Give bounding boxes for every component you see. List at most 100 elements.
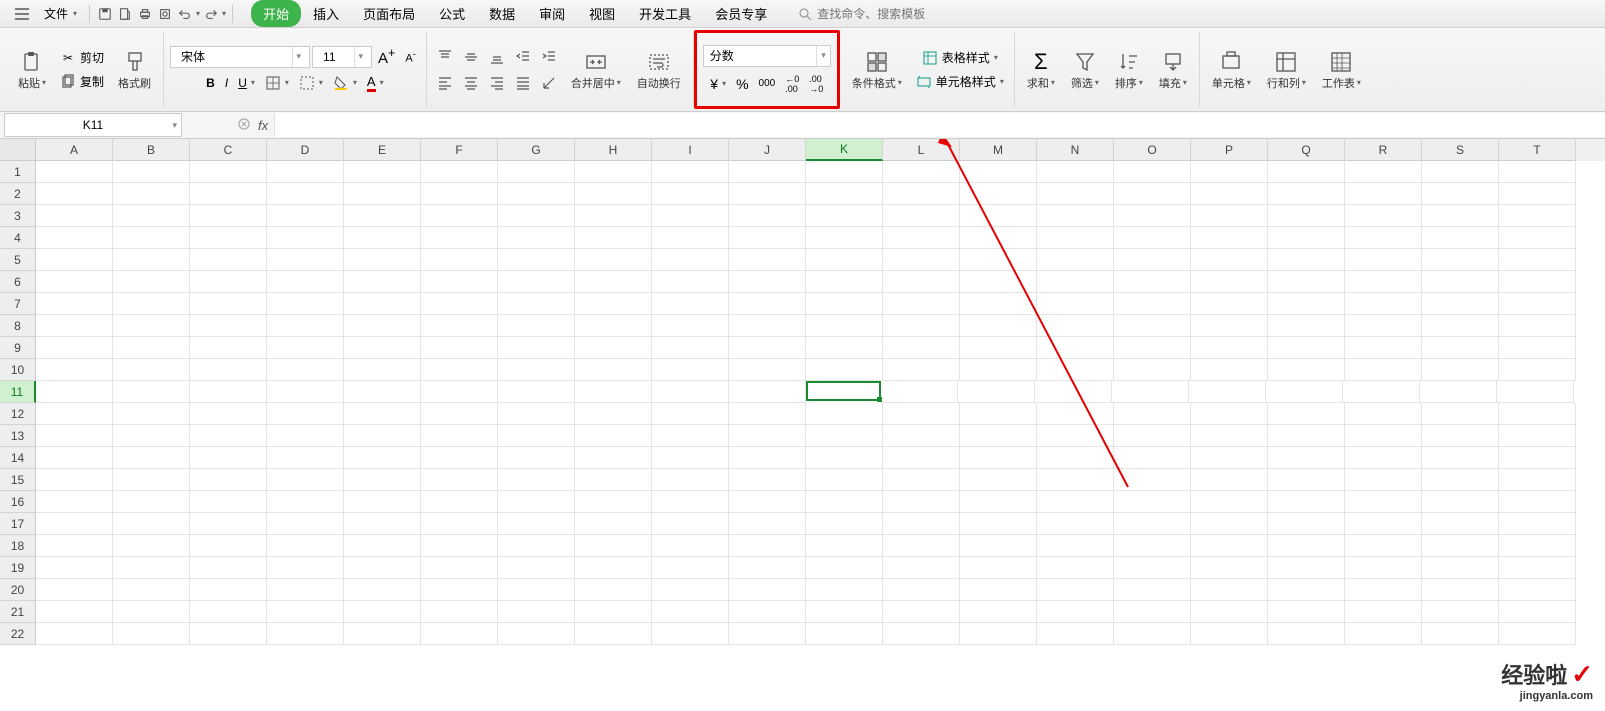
cell-I20[interactable] — [652, 579, 729, 601]
cell-K12[interactable] — [806, 403, 883, 425]
cell-R7[interactable] — [1345, 293, 1422, 315]
cell-T20[interactable] — [1499, 579, 1576, 601]
align-top-button[interactable] — [433, 46, 457, 68]
cell-G19[interactable] — [498, 557, 575, 579]
cell-B12[interactable] — [113, 403, 190, 425]
cell-O12[interactable] — [1114, 403, 1191, 425]
cell-G21[interactable] — [498, 601, 575, 623]
cell-T13[interactable] — [1499, 425, 1576, 447]
cell-D17[interactable] — [267, 513, 344, 535]
cell-E7[interactable] — [344, 293, 421, 315]
fill-style-button[interactable]: ▾ — [295, 72, 327, 94]
print-preview-icon[interactable] — [156, 5, 174, 23]
cell-N5[interactable] — [1037, 249, 1114, 271]
cell-B3[interactable] — [113, 205, 190, 227]
cell-E1[interactable] — [344, 161, 421, 183]
cell-D22[interactable] — [267, 623, 344, 645]
cell-E8[interactable] — [344, 315, 421, 337]
cell-R18[interactable] — [1345, 535, 1422, 557]
col-header-S[interactable]: S — [1422, 139, 1499, 161]
cell-Q22[interactable] — [1268, 623, 1345, 645]
cell-E18[interactable] — [344, 535, 421, 557]
cell-B20[interactable] — [113, 579, 190, 601]
cell-I3[interactable] — [652, 205, 729, 227]
cell-O2[interactable] — [1114, 183, 1191, 205]
cell-L15[interactable] — [883, 469, 960, 491]
cell-H10[interactable] — [575, 359, 652, 381]
row-header-2[interactable]: 2 — [0, 183, 36, 205]
cell-R11[interactable] — [1343, 381, 1420, 403]
cell-J19[interactable] — [729, 557, 806, 579]
col-header-M[interactable]: M — [960, 139, 1037, 161]
command-search[interactable] — [797, 6, 947, 22]
cell-Q1[interactable] — [1268, 161, 1345, 183]
cell-T2[interactable] — [1499, 183, 1576, 205]
number-format-select[interactable]: 分数 ▾ — [703, 45, 831, 67]
row-header-7[interactable]: 7 — [0, 293, 36, 315]
cell-F21[interactable] — [421, 601, 498, 623]
col-header-A[interactable]: A — [36, 139, 113, 161]
cell-L10[interactable] — [883, 359, 960, 381]
cell-I13[interactable] — [652, 425, 729, 447]
cell-M13[interactable] — [960, 425, 1037, 447]
cell-F2[interactable] — [421, 183, 498, 205]
cell-H12[interactable] — [575, 403, 652, 425]
col-header-C[interactable]: C — [190, 139, 267, 161]
cell-G22[interactable] — [498, 623, 575, 645]
cell-G8[interactable] — [498, 315, 575, 337]
cell-K21[interactable] — [806, 601, 883, 623]
cell-T11[interactable] — [1497, 381, 1574, 403]
cell-N9[interactable] — [1037, 337, 1114, 359]
cell-N3[interactable] — [1037, 205, 1114, 227]
worksheet-button[interactable]: 工作表▾ — [1316, 45, 1367, 95]
cell-L22[interactable] — [883, 623, 960, 645]
cell-R21[interactable] — [1345, 601, 1422, 623]
cell-A6[interactable] — [36, 271, 113, 293]
row-header-21[interactable]: 21 — [0, 601, 36, 623]
cell-E10[interactable] — [344, 359, 421, 381]
cell-E3[interactable] — [344, 205, 421, 227]
underline-button[interactable]: U▾ — [234, 72, 259, 94]
cell-I16[interactable] — [652, 491, 729, 513]
undo-icon[interactable] — [176, 5, 194, 23]
cell-N18[interactable] — [1037, 535, 1114, 557]
cell-L21[interactable] — [883, 601, 960, 623]
cell-K5[interactable] — [806, 249, 883, 271]
cell-S1[interactable] — [1422, 161, 1499, 183]
cell-I7[interactable] — [652, 293, 729, 315]
cell-S21[interactable] — [1422, 601, 1499, 623]
table-style-button[interactable]: 表格样式▾ — [918, 47, 1002, 69]
cell-F10[interactable] — [421, 359, 498, 381]
cell-A13[interactable] — [36, 425, 113, 447]
cell-P20[interactable] — [1191, 579, 1268, 601]
row-header-16[interactable]: 16 — [0, 491, 36, 513]
cell-D13[interactable] — [267, 425, 344, 447]
cell-T21[interactable] — [1499, 601, 1576, 623]
tab-1[interactable]: 插入 — [301, 0, 351, 27]
col-header-P[interactable]: P — [1191, 139, 1268, 161]
cell-L5[interactable] — [883, 249, 960, 271]
bold-button[interactable]: B — [202, 72, 219, 94]
cell-R1[interactable] — [1345, 161, 1422, 183]
cell-C11[interactable] — [190, 381, 267, 403]
cell-S13[interactable] — [1422, 425, 1499, 447]
cell-S19[interactable] — [1422, 557, 1499, 579]
cell-F16[interactable] — [421, 491, 498, 513]
cell-H13[interactable] — [575, 425, 652, 447]
cell-K13[interactable] — [806, 425, 883, 447]
cell-N8[interactable] — [1037, 315, 1114, 337]
cell-E15[interactable] — [344, 469, 421, 491]
cell-O14[interactable] — [1114, 447, 1191, 469]
cell-D6[interactable] — [267, 271, 344, 293]
redo-dropdown-icon[interactable]: ▾ — [222, 9, 226, 18]
cell-I18[interactable] — [652, 535, 729, 557]
cell-G7[interactable] — [498, 293, 575, 315]
cell-G10[interactable] — [498, 359, 575, 381]
cell-A17[interactable] — [36, 513, 113, 535]
cell-B14[interactable] — [113, 447, 190, 469]
cell-B8[interactable] — [113, 315, 190, 337]
align-bottom-button[interactable] — [485, 46, 509, 68]
cell-A22[interactable] — [36, 623, 113, 645]
cell-O22[interactable] — [1114, 623, 1191, 645]
col-header-H[interactable]: H — [575, 139, 652, 161]
